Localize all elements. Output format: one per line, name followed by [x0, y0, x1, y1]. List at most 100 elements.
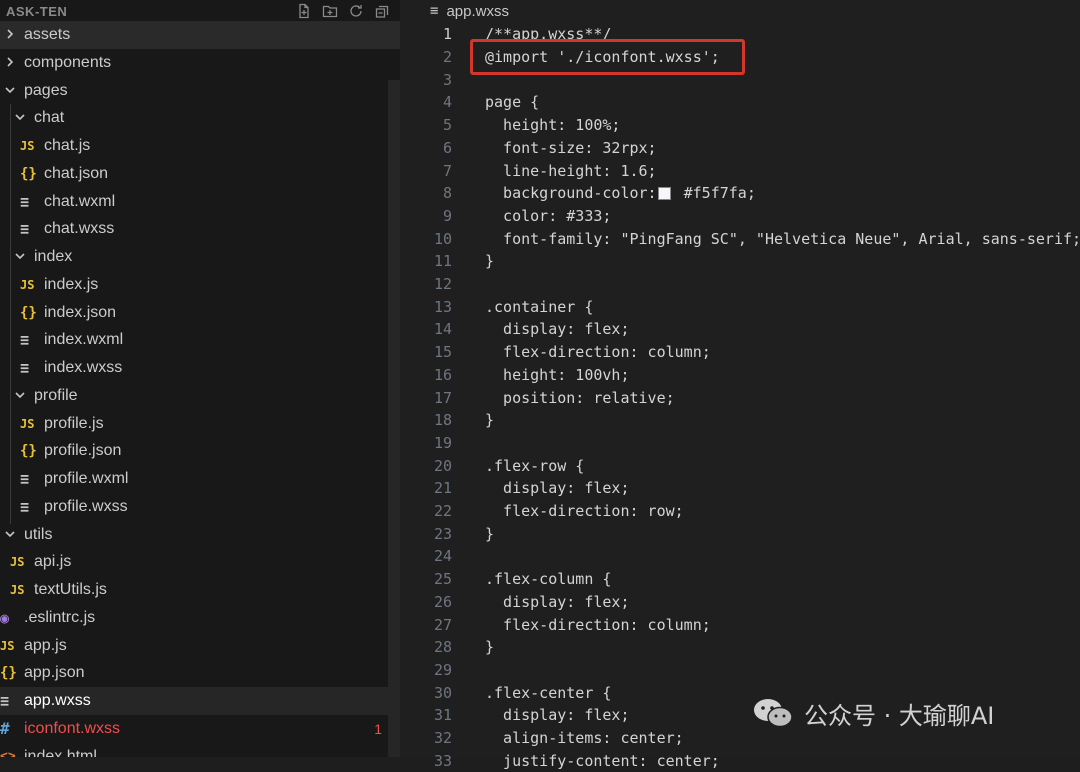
line-number: 17: [433, 388, 452, 407]
code-text: .flex-center {: [485, 683, 612, 702]
tree-item-chat-wxml[interactable]: ≡ chat.wxml: [0, 188, 400, 216]
editor-tab-title: app.wxss: [446, 2, 509, 20]
tree-item-profile-json[interactable]: {} profile.json: [0, 437, 400, 465]
code-line[interactable]: 12: [400, 273, 1080, 296]
tree-item-label: assets: [24, 26, 71, 43]
tree-item-app-js[interactable]: JS app.js: [0, 632, 400, 660]
code-line[interactable]: 13 .container {: [400, 295, 1080, 318]
code-line[interactable]: 25 .flex-column {: [400, 568, 1080, 591]
js-file-icon: JS: [20, 416, 35, 431]
tree-item-chat[interactable]: chat: [0, 104, 400, 132]
code-line[interactable]: 4 page {: [400, 91, 1080, 114]
tree-item-profile-wxml[interactable]: ≡ profile.wxml: [0, 465, 400, 493]
tree-item-index-html[interactable]: <> index.html: [0, 743, 400, 758]
code-text: height: 100vh;: [485, 365, 630, 384]
tree-item-label: index.js: [44, 275, 99, 293]
tree-item-chat-wxss[interactable]: ≡ chat.wxss: [0, 215, 400, 243]
code-line[interactable]: 29: [400, 659, 1080, 682]
code-text: .flex-row {: [485, 456, 585, 475]
tree-item-label: index.html: [24, 747, 97, 758]
chevron-down-icon: [4, 84, 18, 98]
tree-item-index-wxml[interactable]: ≡ index.wxml: [0, 326, 400, 354]
tree-item-label: api.js: [34, 553, 72, 571]
code-line[interactable]: 10 font-family: "PingFang SC", "Helvetic…: [400, 227, 1080, 250]
tree-item-index-js[interactable]: JS index.js: [0, 271, 400, 299]
chevron-down-icon: [4, 528, 18, 542]
tree-item-assets[interactable]: assets: [0, 21, 400, 49]
refresh-icon[interactable]: [348, 3, 364, 19]
tree-item-label: textUtils.js: [34, 581, 107, 598]
tree-item-profile[interactable]: profile: [0, 382, 400, 410]
tree-item-textutils-js[interactable]: JS textUtils.js: [0, 576, 400, 604]
collapse-all-icon[interactable]: [374, 3, 390, 19]
code-text: flex-direction: row;: [485, 502, 684, 521]
tree-item-app-json[interactable]: {} app.json: [0, 659, 400, 687]
line-number: 31: [433, 706, 452, 725]
code-editor[interactable]: ≡ app.wxss 1/**app.wxss**/2 @import './ic…: [400, 0, 1080, 770]
tree-item-label: chat.js: [44, 137, 91, 154]
tree-item-eslintrc-js[interactable]: ◉ .eslintrc.js: [0, 604, 400, 632]
tree-item-chat-json[interactable]: {} chat.json: [0, 160, 400, 188]
code-line[interactable]: 18}: [400, 409, 1080, 432]
code-text: height: 100%;: [485, 116, 621, 135]
tree-item-label: pages: [24, 81, 68, 99]
code-line[interactable]: 8 background-color: #f5f7fa;: [400, 182, 1080, 205]
code-line[interactable]: 5 height: 100%;: [400, 114, 1080, 137]
color-swatch[interactable]: [657, 187, 671, 201]
code-line[interactable]: 20 .flex-row {: [400, 454, 1080, 477]
code-line[interactable]: 28}: [400, 636, 1080, 659]
code-line[interactable]: 9 color: #333;: [400, 205, 1080, 228]
code-text: }: [485, 411, 495, 430]
code-line[interactable]: 33 justify-content: center;: [400, 749, 1080, 772]
code-line[interactable]: 14 display: flex;: [400, 318, 1080, 341]
code-line[interactable]: 6 font-size: 32rpx;: [400, 137, 1080, 160]
tree-item-index-wxss[interactable]: ≡ index.wxss: [0, 354, 400, 382]
js-file-icon: JS: [10, 555, 25, 570]
js-file-icon: JS: [0, 638, 15, 653]
tree-item-label: chat: [34, 109, 65, 127]
code-line[interactable]: 11}: [400, 250, 1080, 273]
tree-item-utils[interactable]: utils: [0, 521, 400, 549]
js-file-icon: JS: [10, 583, 25, 597]
tree-item-label: profile.wxss: [44, 497, 128, 515]
line-number: 22: [433, 502, 452, 521]
code-line[interactable]: 27 flex-direction: column;: [400, 613, 1080, 636]
editor-breadcrumb[interactable]: ≡ app.wxss: [400, 0, 1080, 22]
code-line[interactable]: 26 display: flex;: [400, 591, 1080, 614]
sidebar-scrollbar[interactable]: [388, 80, 400, 757]
new-file-icon[interactable]: [296, 3, 312, 19]
tree-item-iconfont-wxss[interactable]: # iconfont.wxss 1: [0, 715, 400, 743]
tree-item-index-json[interactable]: {} index.json: [0, 299, 400, 327]
code-line[interactable]: 24: [400, 545, 1080, 568]
tree-item-profile-wxss[interactable]: ≡ profile.wxss: [0, 493, 400, 521]
explorer-header: ASK-TEN: [0, 0, 400, 22]
line-number: 29: [433, 660, 452, 679]
line-number: 13: [433, 297, 452, 316]
line-number: 5: [442, 116, 452, 135]
tree-item-label: profile: [34, 386, 78, 404]
code-line[interactable]: 23}: [400, 522, 1080, 545]
new-folder-icon[interactable]: [322, 3, 338, 19]
code-text: display: flex;: [485, 479, 630, 498]
code-line[interactable]: 21 display: flex;: [400, 477, 1080, 500]
code-line[interactable]: 15 flex-direction: column;: [400, 341, 1080, 364]
tree-item-app-wxss[interactable]: ≡ app.wxss: [0, 687, 400, 715]
line-number: 21: [433, 479, 452, 498]
tree-item-label: app.wxss: [24, 692, 91, 709]
chevron-right-icon: [4, 28, 18, 42]
line-number: 20: [433, 456, 452, 475]
line-number: 8: [442, 184, 452, 203]
code-line[interactable]: 22 flex-direction: row;: [400, 500, 1080, 523]
tree-item-api-js[interactable]: JS api.js: [0, 548, 400, 576]
line-number: 28: [433, 638, 452, 657]
code-line[interactable]: 16 height: 100vh;: [400, 364, 1080, 387]
code-line[interactable]: 17 position: relative;: [400, 386, 1080, 409]
tree-item-pages[interactable]: pages: [0, 77, 400, 105]
code-line[interactable]: 7 line-height: 1.6;: [400, 159, 1080, 182]
tree-item-chat-js[interactable]: JS chat.js: [0, 132, 400, 160]
tree-item-index[interactable]: index: [0, 243, 400, 271]
code-line[interactable]: 19: [400, 432, 1080, 455]
tree-item-components[interactable]: components: [0, 49, 400, 77]
tree-item-profile-js[interactable]: JS profile.js: [0, 410, 400, 438]
code-text: page {: [485, 93, 540, 112]
